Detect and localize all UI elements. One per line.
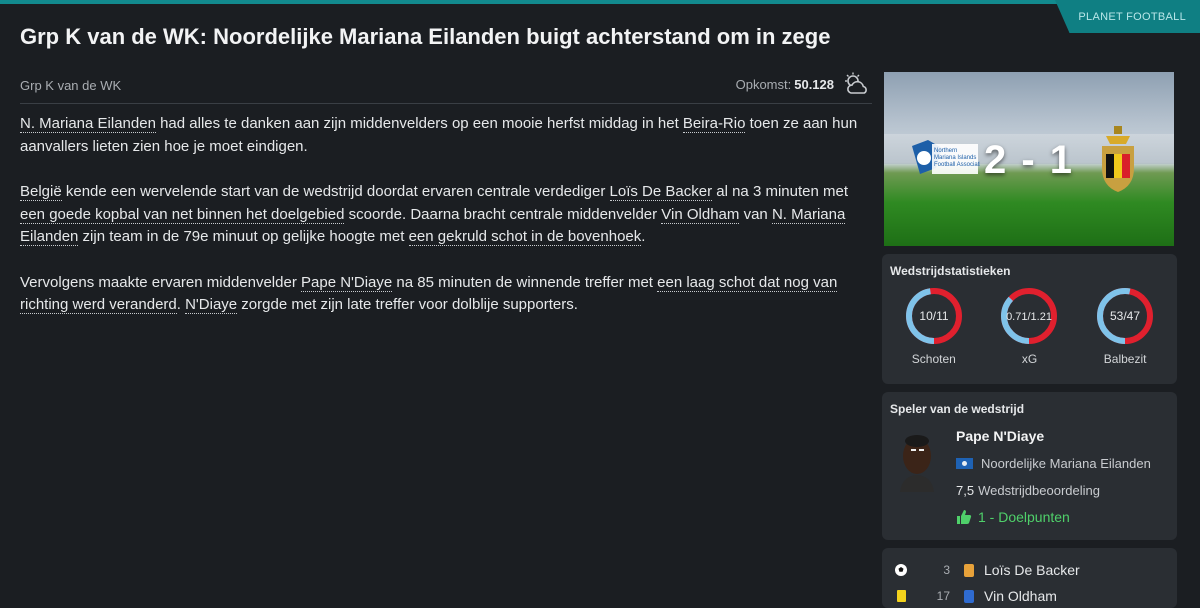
match-report: N. Mariana Eilanden had alles te danken …	[20, 113, 872, 340]
event-minute: 3	[943, 563, 950, 577]
article-link[interactable]: een goede kopbal van net binnen het doel…	[20, 205, 345, 224]
stats-rings: 10/11 Schoten 0.71/1.21 xG 53/47 Balbezit	[882, 278, 1177, 366]
stats-title: Wedstrijdstatistieken	[890, 264, 1011, 278]
article-text: al na 3 minuten met	[712, 183, 848, 200]
report-paragraph-2: België kende een wervelende start van de…	[20, 181, 872, 249]
yellow-card-icon	[897, 590, 906, 602]
article-link[interactable]: Loïs De Backer	[609, 183, 713, 201]
stat-ring: 53/47	[1097, 288, 1154, 344]
away-team-crest	[1102, 126, 1134, 192]
stat-label: xG	[1021, 352, 1038, 366]
article-link[interactable]: België	[20, 183, 62, 201]
partly-cloudy-icon	[845, 72, 867, 94]
match-events-card: 3 Loïs De Backer 17 Vin Oldham	[882, 548, 1177, 608]
report-paragraph-1: N. Mariana Eilanden had alles te danken …	[20, 113, 872, 158]
thumbs-up-icon	[957, 510, 972, 524]
stat-label: Schoten	[911, 352, 956, 366]
report-paragraph-3: Vervolgens maakte ervaren middenvelder P…	[20, 272, 872, 317]
player-rating-label: Wedstrijdbeoordeling	[978, 483, 1100, 498]
player-name[interactable]: Pape N'Diaye	[956, 428, 1044, 444]
article-link[interactable]: N'Diaye	[185, 296, 238, 314]
article-text: na 85 minuten de winnende treffer met	[392, 273, 658, 291]
event-player[interactable]: Loïs De Backer	[984, 562, 1080, 578]
player-of-match-card[interactable]: Speler van de wedstrijd Pape N'Diaye Noo…	[882, 392, 1177, 540]
player-goals-label: 1 - Doelpunten	[978, 509, 1070, 525]
attendance-label: Opkomst:	[735, 76, 792, 92]
top-accent-bar	[0, 0, 1200, 4]
player-rating-value: 7,5	[956, 483, 975, 498]
stat-value: 10/11	[919, 309, 948, 323]
attendance-value: 50.128	[794, 76, 834, 92]
event-player[interactable]: Vin Oldham	[984, 588, 1057, 604]
stat-value: 0.71/1.21	[1007, 311, 1053, 323]
player-club-name: Noordelijke Mariana Eilanden	[981, 456, 1151, 471]
article-link[interactable]: Beira-Rio	[682, 115, 746, 133]
ball-icon	[895, 564, 907, 576]
meta-row: Grp K van de WK Opkomst: 50.128	[20, 72, 872, 104]
match-result-banner[interactable]: Northern Mariana Islands Football Associ…	[884, 72, 1174, 246]
player-avatar	[900, 435, 934, 492]
shirt-icon	[964, 589, 974, 603]
article-text: .	[176, 296, 186, 313]
pom-title: Speler van de wedstrijd	[890, 402, 1025, 416]
shirt-icon	[964, 563, 974, 577]
article-text: zorgde met zijn late treffer voor dolbli…	[237, 296, 578, 313]
event-minute: 17	[936, 589, 950, 603]
attendance: Opkomst: 50.128	[736, 72, 872, 96]
stat-xg: 0.71/1.21 xG	[997, 286, 1061, 366]
nmi-flag-icon	[956, 458, 973, 469]
match-stats-card: Wedstrijdstatistieken 10/11 Schoten 0.71/1…	[882, 254, 1177, 384]
article-link[interactable]: Pape N'Diaye	[301, 273, 393, 292]
article-text: Vervolgens maakte ervaren middenvelder	[20, 273, 301, 291]
article-text: scoorde. Daarna bracht centrale middenve…	[344, 205, 662, 223]
competition-label[interactable]: Grp K van de WK	[20, 72, 121, 93]
article-text: kende een wervelende start van de wedstr…	[61, 183, 610, 200]
player-rating: 7,5 Wedstrijdbeoordeling	[956, 483, 1100, 498]
article-text: had alles te danken aan zijn middenvelde…	[155, 115, 683, 132]
article-text: van	[739, 205, 772, 223]
stat-balbezit: 53/47 Balbezit	[1093, 286, 1157, 366]
stat-schoten: 10/11 Schoten	[902, 286, 966, 366]
stat-value: 53/47	[1110, 309, 1140, 323]
player-goals: 1 - Doelpunten	[956, 509, 1070, 525]
article-text: .	[641, 228, 646, 245]
stat-ring: 0.71/1.21	[1001, 288, 1058, 344]
article-link[interactable]: Vin Oldham	[661, 205, 740, 224]
page-title: Grp K van de WK: Noordelijke Mariana Eil…	[20, 24, 831, 49]
stat-label: Balbezit	[1103, 352, 1147, 366]
brand-tab[interactable]: PLANET FOOTBALL	[1055, 0, 1200, 33]
event-row[interactable]: 3 Loïs De Backer	[894, 562, 1080, 578]
event-row[interactable]: 17 Vin Oldham	[894, 588, 1057, 604]
article-link[interactable]: N. Mariana Eilanden	[20, 115, 156, 133]
article-text: zijn team in de 79e minuut op gelijke ho…	[78, 228, 409, 245]
player-club[interactable]: Noordelijke Mariana Eilanden	[956, 456, 1151, 471]
article-link[interactable]: een gekruld schot in de bovenhoek	[408, 228, 642, 246]
stat-ring: 10/11	[905, 288, 962, 344]
